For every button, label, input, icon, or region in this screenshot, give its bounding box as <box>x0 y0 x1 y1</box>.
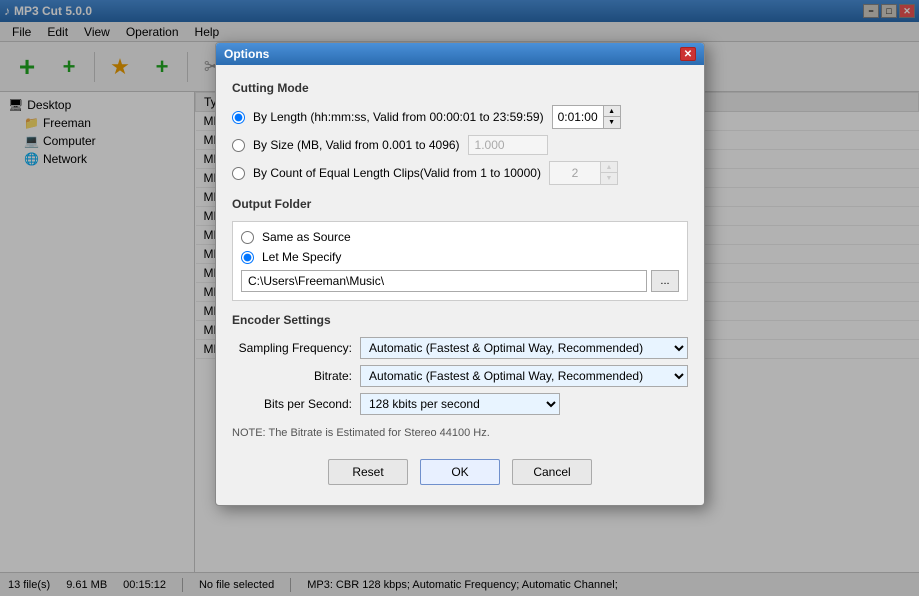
radio-row-length: By Length (hh:mm:ss, Valid from 00:00:01… <box>232 105 688 129</box>
sampling-select[interactable]: Automatic (Fastest & Optimal Way, Recomm… <box>360 337 688 359</box>
encoder-title: Encoder Settings <box>232 313 688 327</box>
cutting-mode-title: Cutting Mode <box>232 81 688 95</box>
bitrate-row: Bitrate: Automatic (Fastest & Optimal Wa… <box>232 365 688 387</box>
modal-overlay: Options ✕ Cutting Mode By Length (hh:mm:… <box>0 0 919 596</box>
length-spinbox[interactable]: 0:01:00 ▲ ▼ <box>552 105 621 129</box>
length-up-arrow[interactable]: ▲ <box>604 106 620 117</box>
dialog-title: Options <box>224 47 269 61</box>
radio-custom[interactable] <box>241 251 254 264</box>
path-input[interactable]: C:\Users\Freeman\Music\ <box>241 270 647 292</box>
radio-same-source-label: Same as Source <box>262 230 351 244</box>
bitrate-label: Bitrate: <box>232 369 352 383</box>
radio-by-size[interactable] <box>232 139 245 152</box>
bitrate-note: NOTE: The Bitrate is Estimated for Stere… <box>232 427 688 439</box>
dialog-body: Cutting Mode By Length (hh:mm:ss, Valid … <box>216 65 704 505</box>
radio-row-same-source: Same as Source <box>241 230 679 244</box>
count-spinbox[interactable]: 2 ▲ ▼ <box>549 161 618 185</box>
length-input[interactable]: 0:01:00 <box>553 106 603 128</box>
bps-row: Bits per Second: 128 kbits per second <box>232 393 688 415</box>
output-folder-box: Same as Source Let Me Specify C:\Users\F… <box>232 221 688 301</box>
radio-by-count[interactable] <box>232 167 245 180</box>
count-down-arrow: ▼ <box>601 173 617 184</box>
bitrate-select[interactable]: Automatic (Fastest & Optimal Way, Recomm… <box>360 365 688 387</box>
output-folder-title: Output Folder <box>232 197 688 211</box>
encoder-section: Encoder Settings Sampling Frequency: Aut… <box>232 313 688 415</box>
cutting-mode-group: By Length (hh:mm:ss, Valid from 00:00:01… <box>232 105 688 185</box>
radio-row-count: By Count of Equal Length Clips(Valid fro… <box>232 161 688 185</box>
ok-button[interactable]: OK <box>420 459 500 485</box>
reset-button[interactable]: Reset <box>328 459 408 485</box>
radio-same-source[interactable] <box>241 231 254 244</box>
options-dialog: Options ✕ Cutting Mode By Length (hh:mm:… <box>215 42 705 506</box>
sampling-label: Sampling Frequency: <box>232 341 352 355</box>
dialog-close-button[interactable]: ✕ <box>680 47 696 61</box>
path-row: C:\Users\Freeman\Music\ ... <box>241 270 679 292</box>
radio-custom-label: Let Me Specify <box>262 250 341 264</box>
radio-by-size-label: By Size (MB, Valid from 0.001 to 4096) <box>253 138 460 152</box>
bps-select[interactable]: 128 kbits per second <box>360 393 560 415</box>
output-folder-section: Output Folder Same as Source Let Me Spec… <box>232 197 688 301</box>
bps-label: Bits per Second: <box>232 397 352 411</box>
size-input: 1.000 <box>468 135 548 155</box>
dialog-buttons: Reset OK Cancel <box>232 451 688 489</box>
count-input: 2 <box>550 162 600 184</box>
radio-row-size: By Size (MB, Valid from 0.001 to 4096) 1… <box>232 135 688 155</box>
length-spinbox-arrows: ▲ ▼ <box>603 106 620 128</box>
cancel-button[interactable]: Cancel <box>512 459 592 485</box>
count-spinbox-arrows: ▲ ▼ <box>600 162 617 184</box>
radio-by-length[interactable] <box>232 111 245 124</box>
radio-by-count-label: By Count of Equal Length Clips(Valid fro… <box>253 166 541 180</box>
radio-row-custom: Let Me Specify <box>241 250 679 264</box>
count-up-arrow: ▲ <box>601 162 617 173</box>
sampling-row: Sampling Frequency: Automatic (Fastest &… <box>232 337 688 359</box>
browse-button[interactable]: ... <box>651 270 679 292</box>
radio-by-length-label: By Length (hh:mm:ss, Valid from 00:00:01… <box>253 110 544 124</box>
length-down-arrow[interactable]: ▼ <box>604 117 620 128</box>
dialog-titlebar: Options ✕ <box>216 43 704 65</box>
